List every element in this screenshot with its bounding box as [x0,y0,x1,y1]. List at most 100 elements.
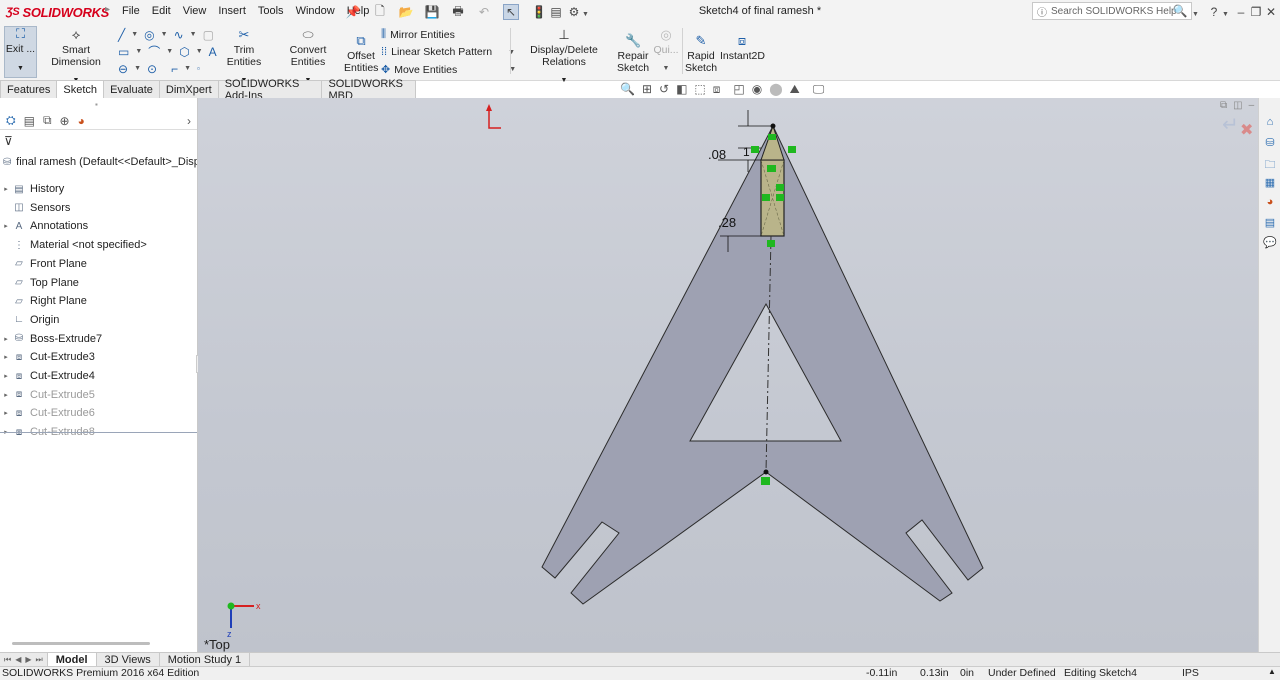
view-settings-icon[interactable]: 🖵 [813,82,825,97]
tree-item[interactable]: ∟ Origin [0,311,197,329]
confirm-sketch-icon[interactable]: ↵ [1222,112,1239,137]
undo-icon[interactable]: ↶ [476,4,492,20]
tree-item[interactable]: ▸ ▤ History [0,180,197,198]
select-icon[interactable]: ↖ [503,4,519,20]
menu-tools[interactable]: Tools [258,5,284,17]
save-icon[interactable]: 💾 [424,4,440,20]
design-library-icon[interactable]: ⛁ [1263,136,1277,150]
chamfer-icon[interactable]: ⌐ [171,62,178,76]
tree-item[interactable]: ▸ ⧈ Cut-Extrude3 [0,348,197,366]
display-style-icon[interactable]: ◰ [733,82,744,97]
display-delete-relations-button[interactable]: ⊥ Display/Delete Relations ▼ [514,28,614,87]
dimension-lower-value[interactable]: .28 [718,215,736,230]
tree-item[interactable]: ▱ Top Plane [0,274,197,292]
tab-prev-icon[interactable]: ◀ [15,655,21,664]
expand-arrow-icon[interactable]: ▸ [0,372,12,380]
viewport-split-icon[interactable]: ◫ [1233,100,1242,111]
file-explorer-icon[interactable]: 🗀 [1263,156,1277,171]
tab-solidworks-addins[interactable]: SOLIDWORKS Add-Ins [218,78,323,102]
tree-item[interactable]: ◫ Sensors [0,199,197,217]
tab-scroll-arrows[interactable]: ⏮ ◀ ▶ ⏭ [0,653,48,666]
expand-arrow-icon[interactable]: ▸ [0,185,12,193]
configuration-manager-tab-icon[interactable]: ⧉ [43,113,52,128]
rapid-sketch-button[interactable]: ✎ Rapid Sketch [684,34,718,75]
property-manager-tab-icon[interactable]: ▤ [24,114,35,128]
quick-snaps-chevron-down-icon[interactable]: ▼ [652,63,680,75]
logo-arrow-icon[interactable]: ▸ [105,4,110,15]
slot-icon[interactable]: ⊖ [118,62,128,76]
panel-expand-chevron-right-icon[interactable]: › [187,114,191,128]
feature-manager-tab-icon[interactable]: ⛭ [6,113,16,128]
panel-collapse-handle[interactable]: ▪ [95,100,98,109]
offset-entities-button[interactable]: ⧉ Offset Entities [344,34,378,75]
tab-sketch[interactable]: Sketch [57,80,105,99]
status-units[interactable]: IPS [1182,667,1199,679]
graphics-area[interactable]: .08 1 .28 x z *Top ⧉ ◫ – ❐ ✕ [198,98,1280,652]
forum-icon[interactable]: 💬 [1263,236,1277,250]
menu-file[interactable]: File [122,5,140,17]
view-palette-icon[interactable]: ▦ [1263,176,1277,190]
appearances-icon[interactable]: ◕ [1263,196,1277,210]
search-options-chevron-down-icon[interactable]: ▼ [1192,7,1199,19]
tree-item[interactable]: ▸ A Annotations [0,217,197,235]
spline-icon[interactable]: ∿ [174,28,184,42]
tab-dimxpert[interactable]: DimXpert [159,80,219,99]
expand-arrow-icon[interactable]: ▸ [0,391,12,399]
tree-item[interactable]: ▸ ⧈ Cut-Extrude5 [0,386,197,404]
smart-dimension-button[interactable]: ⟡ Smart Dimension ▼ [40,28,112,87]
tree-root-part[interactable]: ⛁ final ramesh (Default<<Default>_Displa [0,153,197,171]
confirmation-corner[interactable]: ↵ ✖ [1220,112,1254,142]
hide-show-items-icon[interactable]: ◉ [752,82,762,97]
tree-item[interactable]: ⋮ Material <not specified> [0,236,197,254]
expand-arrow-icon[interactable]: ▸ [0,335,12,343]
arc-icon[interactable]: ⌒ [148,43,160,60]
menu-edit[interactable]: Edit [152,5,171,17]
new-document-icon[interactable]: 🗋 [372,4,388,20]
view-orientation-icon[interactable]: ⧈ [713,82,721,97]
dynamic-annotation-icon[interactable]: ⬚ [694,82,705,97]
fillet-icon[interactable]: ▢ [203,28,214,42]
cancel-sketch-icon[interactable]: ✖ [1240,120,1253,140]
solidworks-resources-home-icon[interactable]: ⌂ [1263,116,1277,130]
viewport-minimize-icon[interactable]: – [1249,100,1255,111]
search-help-field[interactable]: ⓘ Search SOLIDWORKS Help [1032,2,1192,20]
section-view-icon[interactable]: ◧ [676,82,687,97]
edit-appearance-icon[interactable]: ⬤ [769,82,782,97]
polygon-icon[interactable]: ⬡ [179,45,189,59]
sketch-canvas[interactable]: .08 1 .28 x z [198,98,1258,652]
rectangle-icon[interactable]: ▭ [118,45,129,59]
tree-item[interactable]: ▱ Front Plane [0,255,197,273]
linear-sketch-pattern-button[interactable]: ⁞⁞ Linear Sketch Pattern ▼ [381,46,515,58]
tree-item[interactable]: ▸ ⛁ Boss-Extrude7 [0,330,197,348]
pin-icon[interactable]: 📌 [345,4,361,20]
tab-next-icon[interactable]: ▶ [25,655,31,664]
expand-arrow-icon[interactable]: ▸ [0,222,12,230]
sketch-point[interactable] [770,123,776,129]
dimension-small-value[interactable]: 1 [743,145,750,159]
line-icon[interactable]: ╱ [118,28,125,42]
move-entities-button[interactable]: ✥ Move Entities ▼ [381,63,516,77]
viewport-tile-icon[interactable]: ⧉ [1220,100,1227,111]
horizontal-scrollbar[interactable] [12,642,150,645]
plane-small-icon[interactable]: ▫ [197,64,200,73]
tab-solidworks-mbd[interactable]: SOLIDWORKS MBD [322,78,416,102]
open-icon[interactable]: 📂 [398,4,414,20]
print-icon[interactable]: 🖶 [450,4,466,20]
tree-item[interactable]: ▸ ⧈ Cut-Extrude6 [0,404,197,422]
zoom-to-area-icon[interactable]: ⊞ [642,82,652,97]
dimension-top-value[interactable]: .08 [708,147,726,162]
mirror-entities-button[interactable]: ⫼ Mirror Entities [381,28,455,41]
expand-arrow-icon[interactable]: ▸ [0,409,12,417]
tab-3d-views[interactable]: 3D Views [97,653,160,666]
tree-item[interactable]: ▱ Right Plane [0,292,197,310]
point-icon[interactable]: ⊙ [147,62,157,76]
circle-icon[interactable]: ◎ [144,28,154,42]
apply-scene-icon[interactable]: ⛰ [790,82,800,97]
instant2d-button[interactable]: ⧈ Instant2D [720,34,765,63]
status-units-chevron-up-icon[interactable]: ▲ [1268,667,1276,676]
minimize-icon[interactable]: – [1233,4,1249,20]
filter-icon[interactable]: ⊽ [4,134,13,148]
menu-insert[interactable]: Insert [218,5,246,17]
exit-sketch-button[interactable]: ⛶ Exit ... ▼ [4,26,37,78]
expand-arrow-icon[interactable]: ▸ [0,353,12,361]
